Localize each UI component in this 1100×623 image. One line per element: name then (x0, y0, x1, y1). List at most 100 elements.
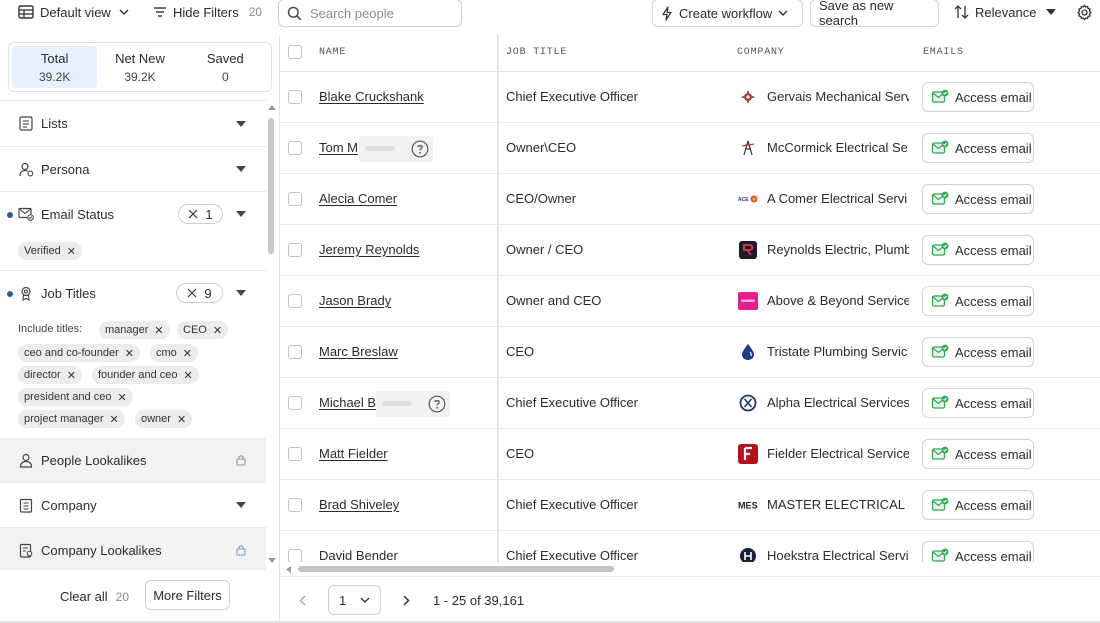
next-page-button[interactable] (403, 595, 410, 606)
company-name-link[interactable]: Reynolds Electric, Plumb (767, 242, 909, 257)
hidden-name-tooltip[interactable] (359, 136, 433, 162)
header-job-title[interactable]: JOB TITLE (506, 47, 567, 58)
view-selector[interactable]: Default view (18, 0, 129, 24)
row-checkbox[interactable] (288, 141, 302, 155)
settings-button[interactable] (1076, 0, 1093, 24)
caret-down-icon[interactable] (236, 502, 246, 508)
access-email-button[interactable]: Access email (922, 541, 1034, 562)
caret-down-icon[interactable] (236, 166, 246, 172)
access-email-button[interactable]: Access email (922, 286, 1034, 316)
close-icon[interactable]: ✕ (184, 369, 193, 382)
search-input[interactable] (310, 5, 450, 21)
page-number-select[interactable]: 1 (328, 585, 381, 615)
email-status-clear-badge[interactable]: 1 (178, 204, 223, 224)
person-name-link[interactable]: Alecia Comer (319, 191, 397, 206)
person-name-link[interactable]: Tom M (319, 140, 358, 155)
tab-total[interactable]: Total 39.2K (12, 46, 98, 88)
row-checkbox[interactable] (288, 294, 302, 308)
header-name[interactable]: NAME (319, 47, 346, 58)
create-workflow-button[interactable]: Create workflow (652, 0, 803, 27)
sort-relevance-dropdown[interactable]: Relevance (954, 0, 1057, 24)
hidden-name-tooltip[interactable] (376, 391, 450, 417)
sidebar-scrollbar-thumb[interactable] (268, 118, 274, 254)
row-checkbox[interactable] (288, 549, 302, 562)
company-name-link[interactable]: Tristate Plumbing Servic (767, 344, 909, 359)
filter-people-lookalikes[interactable]: People Lookalikes (0, 438, 266, 482)
table-horizontal-scrollbar-thumb[interactable] (298, 566, 614, 572)
row-checkbox[interactable] (288, 498, 302, 512)
company-name-link[interactable]: A Comer Electrical Servi (767, 191, 909, 206)
close-icon[interactable]: ✕ (154, 324, 163, 337)
row-checkbox[interactable] (288, 243, 302, 257)
scroll-down-arrow-icon[interactable] (267, 557, 277, 564)
person-name-link[interactable]: Jason Brady (319, 293, 391, 308)
person-name-link[interactable]: Blake Cruckshank (319, 89, 424, 104)
close-icon[interactable]: ✕ (183, 347, 192, 360)
chip-title[interactable]: owner ✕ (135, 410, 193, 428)
clear-all-button[interactable]: Clear all 20 (60, 589, 129, 604)
person-name-link[interactable]: Matt Fielder (319, 446, 388, 461)
caret-down-icon[interactable] (236, 211, 246, 217)
caret-down-icon[interactable] (236, 290, 246, 296)
person-name-link[interactable]: Marc Breslaw (319, 344, 398, 359)
access-email-button[interactable]: Access email (922, 337, 1034, 367)
close-icon[interactable]: ✕ (67, 369, 76, 382)
tab-net-new[interactable]: Net New 39.2K (97, 46, 182, 88)
hide-filters-button[interactable]: Hide Filters 20 (153, 0, 262, 24)
scroll-left-arrow-icon[interactable] (285, 565, 292, 574)
company-name-link[interactable]: Hoekstra Electrical Servi (767, 548, 909, 562)
job-titles-clear-badge[interactable]: 9 (176, 283, 223, 303)
chip-title[interactable]: director ✕ (18, 366, 82, 384)
chip-title[interactable]: CEO ✕ (177, 321, 229, 339)
chip-title[interactable]: president and ceo ✕ (18, 388, 133, 406)
chip-title[interactable]: project manager ✕ (18, 410, 125, 428)
row-checkbox[interactable] (288, 90, 302, 104)
company-name-link[interactable]: McCormick Electrical Se (767, 140, 909, 155)
person-name-link[interactable]: Brad Shiveley (319, 497, 399, 512)
person-name-link[interactable]: David Bender (319, 548, 398, 562)
row-checkbox[interactable] (288, 447, 302, 461)
header-company[interactable]: COMPANY (737, 47, 785, 58)
access-email-button[interactable]: Access email (922, 133, 1034, 163)
search-people-field[interactable] (278, 0, 462, 27)
filter-job-titles[interactable]: Job Titles 9 (0, 271, 266, 315)
close-icon[interactable]: ✕ (125, 347, 134, 360)
row-checkbox[interactable] (288, 345, 302, 359)
filter-company[interactable]: Company (0, 483, 266, 527)
chip-verified[interactable]: Verified ✕ (18, 242, 82, 260)
company-name-link[interactable]: Fielder Electrical Service (767, 446, 909, 461)
close-icon[interactable]: ✕ (213, 324, 222, 337)
chip-title[interactable]: cmo ✕ (150, 344, 198, 362)
prev-page-button[interactable] (299, 595, 306, 606)
caret-down-icon[interactable] (236, 120, 246, 127)
more-filters-button[interactable]: More Filters (145, 580, 230, 610)
chip-title[interactable]: founder and ceo ✕ (92, 366, 199, 384)
company-name-link[interactable]: Alpha Electrical Services (767, 395, 909, 410)
filter-persona[interactable]: Persona (0, 147, 266, 191)
company-name-link[interactable]: MASTER ELECTRICAL S (767, 497, 909, 512)
access-email-button[interactable]: Access email (922, 82, 1034, 112)
filter-lists[interactable]: Lists (0, 101, 266, 146)
filter-company-lookalikes[interactable]: Company Lookalikes (0, 528, 266, 570)
company-name-link[interactable]: Gervais Mechanical Serv (767, 89, 909, 104)
header-emails[interactable]: EMAILS (923, 47, 964, 58)
access-email-button[interactable]: Access email (922, 439, 1034, 469)
close-icon[interactable]: ✕ (110, 413, 119, 426)
row-checkbox[interactable] (288, 396, 302, 410)
close-icon[interactable]: ✕ (67, 245, 76, 258)
person-name-link[interactable]: Jeremy Reynolds (319, 242, 419, 257)
access-email-button[interactable]: Access email (922, 490, 1034, 520)
scroll-up-arrow-icon[interactable] (267, 104, 277, 111)
close-icon[interactable]: ✕ (117, 391, 126, 404)
save-as-new-search-button[interactable]: Save as new search (810, 0, 939, 28)
chip-title[interactable]: manager ✕ (99, 321, 170, 339)
row-checkbox[interactable] (288, 192, 302, 206)
access-email-button[interactable]: Access email (922, 388, 1034, 418)
chip-title[interactable]: ceo and co-founder ✕ (18, 344, 141, 362)
filter-email-status[interactable]: Email Status 1 (0, 192, 266, 236)
access-email-button[interactable]: Access email (922, 184, 1034, 214)
company-name-link[interactable]: Above & Beyond Service (767, 293, 909, 308)
access-email-button[interactable]: Access email (922, 235, 1034, 265)
person-name-link[interactable]: Michael B (319, 395, 376, 410)
select-all-checkbox[interactable] (288, 45, 302, 59)
